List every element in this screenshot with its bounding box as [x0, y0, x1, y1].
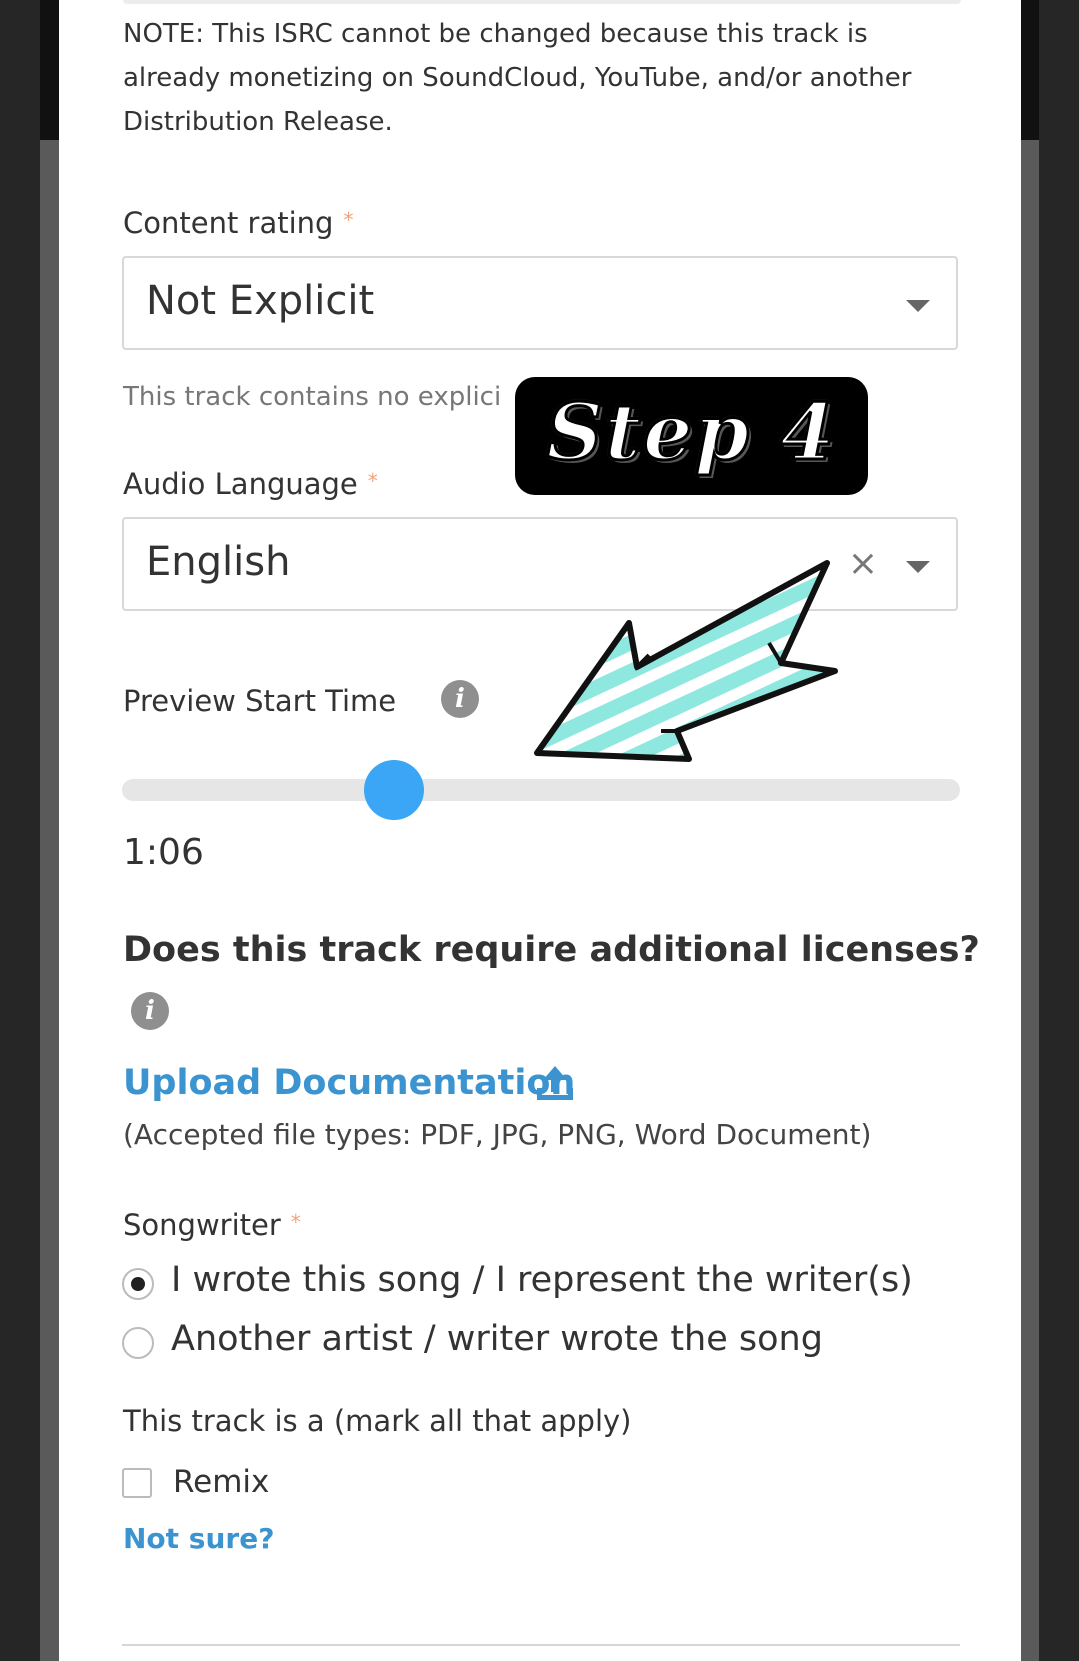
info-icon[interactable]: i [131, 992, 169, 1030]
upload-icon[interactable] [533, 1062, 577, 1104]
right-shadow [1020, 0, 1039, 140]
radio-i-wrote[interactable] [122, 1268, 154, 1300]
info-icon[interactable]: i [441, 680, 479, 718]
chevron-down-icon[interactable] [906, 561, 930, 573]
content-rating-label: Content rating * [123, 206, 353, 240]
not-sure-link[interactable]: Not sure? [123, 1522, 274, 1555]
preview-slider-thumb[interactable] [364, 760, 425, 820]
remix-checkbox[interactable] [122, 1468, 152, 1498]
content-rating-hint: This track contains no explici [123, 382, 502, 412]
pointer-arrow-icon [534, 560, 838, 762]
upload-documentation-link[interactable]: Upload Documentation [123, 1063, 575, 1103]
content-rating-label-text: Content rating [123, 206, 334, 240]
preview-start-time-label: Preview Start Time [123, 684, 397, 718]
track-type-label: This track is a (mark all that apply) [123, 1404, 632, 1438]
left-shadow [40, 0, 59, 140]
right-bezel [1039, 0, 1079, 1661]
songwriter-label-text: Songwriter [123, 1208, 281, 1242]
left-gutter [40, 140, 59, 1661]
licenses-question: Does this track require additional licen… [123, 930, 980, 970]
required-asterisk: * [290, 1210, 301, 1234]
left-bezel [0, 0, 40, 1661]
right-gutter [1020, 140, 1039, 1661]
songwriter-label: Songwriter * [123, 1208, 301, 1242]
step-badge: Step 4 [515, 377, 868, 495]
accepted-file-types: (Accepted file types: PDF, JPG, PNG, Wor… [123, 1118, 872, 1151]
audio-language-label-text: Audio Language [123, 467, 358, 501]
divider [122, 1644, 960, 1646]
preview-time: 1:06 [123, 832, 204, 873]
required-asterisk: * [367, 469, 378, 493]
content-rating-value: Not Explicit [146, 278, 375, 324]
step-text: Step 4 [545, 386, 837, 480]
preview-slider-track[interactable] [122, 779, 960, 801]
isrc-note: NOTE: This ISRC cannot be changed becaus… [123, 19, 912, 137]
previous-field-edge [123, 0, 961, 4]
audio-language-label: Audio Language * [123, 467, 378, 501]
radio-i-wrote-label[interactable]: I wrote this song / I represent the writ… [171, 1260, 913, 1300]
audio-language-value: English [146, 539, 291, 585]
content-rating-select[interactable]: Not Explicit [122, 256, 958, 350]
chevron-down-icon[interactable] [906, 300, 930, 312]
remix-label[interactable]: Remix [173, 1464, 269, 1500]
track-form-page: NOTE: This ISRC cannot be changed becaus… [59, 0, 1021, 1661]
required-asterisk: * [343, 208, 354, 232]
radio-another-artist-label[interactable]: Another artist / writer wrote the song [171, 1319, 823, 1359]
radio-another-artist[interactable] [122, 1327, 154, 1359]
